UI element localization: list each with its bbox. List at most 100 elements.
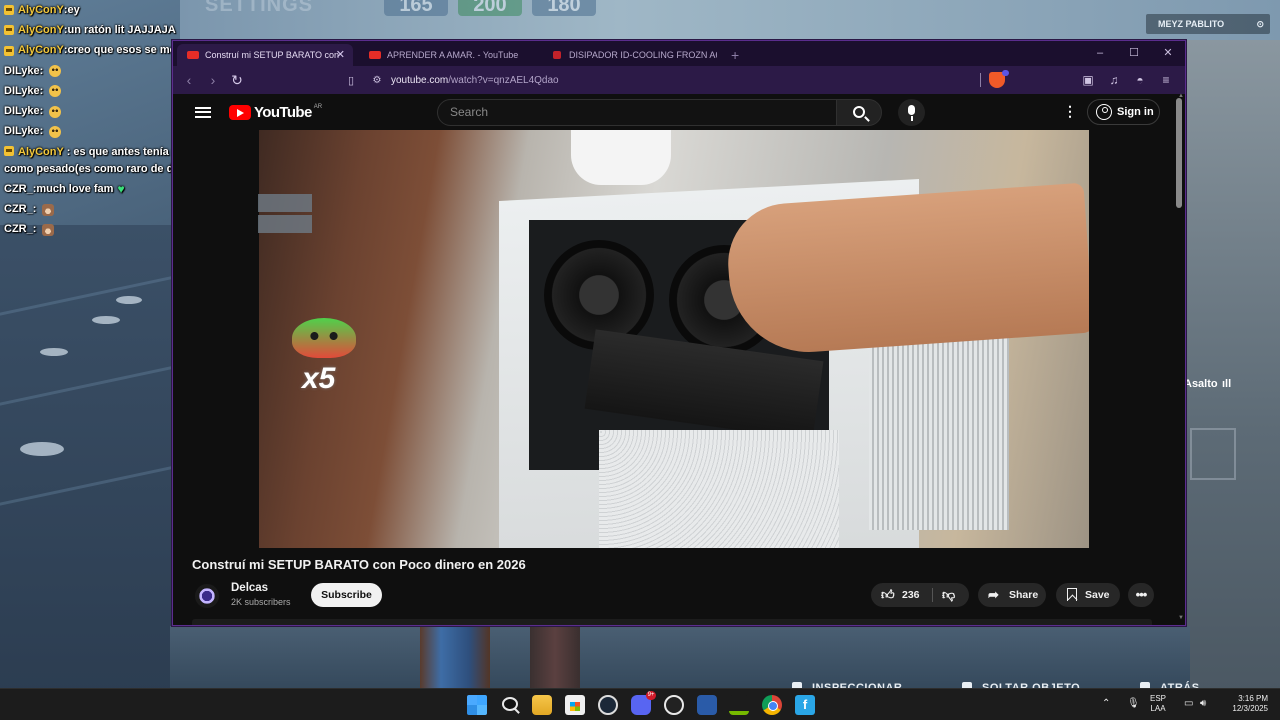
- subscriber-badge-icon: [4, 146, 14, 157]
- more-options-icon[interactable]: ⋮: [1063, 103, 1077, 120]
- divider: [932, 588, 933, 602]
- input-language[interactable]: ESP LAA: [1150, 694, 1166, 714]
- search-input[interactable]: Search: [437, 99, 837, 126]
- subscriber-count: 2K subscribers: [231, 597, 291, 607]
- game-character: [420, 626, 490, 688]
- nvidia-icon[interactable]: [729, 695, 749, 715]
- scroll-down-icon[interactable]: ▼: [1178, 615, 1184, 621]
- file-explorer-icon[interactable]: [532, 695, 552, 715]
- chat-username[interactable]: CZR_: [4, 181, 33, 198]
- microsoft-store-icon[interactable]: [565, 695, 585, 715]
- brave-shields-icon[interactable]: [989, 70, 1009, 88]
- new-tab-button[interactable]: +: [723, 44, 747, 66]
- app-f-icon[interactable]: f: [795, 695, 815, 715]
- voice-search-button[interactable]: [898, 99, 925, 126]
- face-emote-icon: [49, 65, 62, 78]
- game-mode-label: Asalto: [1184, 378, 1218, 390]
- channel-avatar[interactable]: [195, 584, 219, 608]
- account-icon: [1096, 104, 1112, 120]
- taskbar: 9+ f ⌃ 🎙︎ ESP LAA ▭ 🔊︎ 3:16 PM 12/3/2025: [0, 688, 1280, 720]
- game-character-2: [530, 626, 580, 688]
- clock[interactable]: 3:16 PM 12/3/2025: [1222, 694, 1268, 714]
- face-emote-icon: [49, 125, 62, 138]
- like-icon[interactable]: 👍︎: [881, 583, 895, 607]
- game-sky: [180, 0, 1280, 42]
- hamburger-menu-icon[interactable]: [195, 106, 211, 118]
- case-mesh: [599, 430, 839, 548]
- minimize-button[interactable]: –: [1083, 41, 1117, 66]
- sign-in-button[interactable]: Sign in: [1087, 99, 1160, 125]
- tab-disipador[interactable]: DISIPADOR ID-COOLING FROZN A6...: [541, 44, 717, 66]
- chat-username[interactable]: AlyConY: [18, 2, 64, 19]
- chat-username[interactable]: AlyConY: [18, 22, 64, 39]
- more-actions-button[interactable]: •••: [1128, 583, 1154, 607]
- tray-overflow-icon[interactable]: ⌃: [1102, 698, 1110, 709]
- like-count[interactable]: 236: [902, 583, 920, 607]
- chat-username[interactable]: DILyke: [4, 83, 40, 100]
- address-bar-row: ‹ › ↻ ▯ ⚙ youtube.com/watch?v=qnzAEL4Qda…: [173, 66, 1185, 94]
- floor-light: [20, 442, 64, 456]
- back-button[interactable]: ‹: [177, 72, 201, 88]
- close-tab-icon[interactable]: ✕: [336, 44, 345, 66]
- windows-start-icon[interactable]: [467, 695, 487, 715]
- search-icon[interactable]: [502, 697, 518, 711]
- chrome-icon[interactable]: [762, 695, 782, 715]
- notification-badge: 9+: [646, 691, 656, 700]
- reader-mode-icon[interactable]: ▣: [1075, 73, 1101, 87]
- steelseries-icon[interactable]: [664, 695, 684, 715]
- chat-separator: :: [32, 223, 37, 236]
- reload-button[interactable]: ↻: [225, 72, 249, 89]
- emote-overlay-icon: [292, 318, 356, 358]
- share-button[interactable]: ➦ Share: [978, 583, 1046, 607]
- discord-icon[interactable]: 9+: [631, 691, 656, 715]
- microphone-icon[interactable]: 🎙︎: [1127, 698, 1140, 709]
- tab-video[interactable]: Construí mi SETUP BARATO con ✕: [177, 44, 353, 66]
- face-emote-icon: [49, 105, 62, 118]
- subscribe-button[interactable]: Subscribe: [311, 583, 382, 607]
- menu-icon[interactable]: ≡: [1153, 73, 1179, 87]
- maximize-button[interactable]: ☐: [1117, 41, 1151, 66]
- youtube-favicon-icon: [187, 51, 199, 59]
- store-favicon-icon: [553, 51, 561, 59]
- site-info-icon[interactable]: ⚙: [369, 75, 385, 86]
- save-button[interactable]: Save: [1056, 583, 1120, 607]
- description-box[interactable]: [192, 619, 1152, 625]
- search-button[interactable]: [836, 99, 882, 126]
- chat-text: un ratón lit JAJJAJA: [67, 23, 176, 36]
- game-stat-3: 180: [532, 0, 596, 16]
- game-ui-box: [1190, 428, 1236, 480]
- brave-browser-icon[interactable]: [697, 695, 717, 715]
- game-stat-2: 200: [458, 0, 522, 16]
- chat-username[interactable]: AlyConY: [18, 146, 64, 158]
- floor-light: [92, 316, 120, 324]
- subscriber-badge-icon: [4, 25, 14, 36]
- dislike-icon[interactable]: 👎︎: [942, 583, 955, 607]
- scrollbar[interactable]: [1176, 98, 1182, 208]
- chat-separator: :: [39, 125, 44, 138]
- media-icon[interactable]: ♫: [1101, 73, 1127, 87]
- floor-light: [116, 296, 142, 304]
- dog-emote-icon: [42, 223, 55, 236]
- video-player[interactable]: [259, 130, 1089, 548]
- youtube-logo[interactable]: YouTube AR: [229, 104, 322, 121]
- player-name: MEYZ PABLITO: [1158, 19, 1225, 29]
- chat-username[interactable]: CZR_: [4, 221, 33, 238]
- heart-emote-icon: ♥: [117, 181, 125, 196]
- subscriber-badge-icon: [4, 5, 14, 16]
- private-profile-icon[interactable]: ◓: [1127, 73, 1153, 87]
- chat-username[interactable]: CZR_: [4, 201, 33, 218]
- game-ground: [170, 626, 1190, 688]
- url-field[interactable]: youtube.com/watch?v=qnzAEL4Qdao: [391, 75, 559, 86]
- volume-icon[interactable]: 🔊︎: [1200, 698, 1206, 709]
- steam-icon[interactable]: [598, 695, 618, 715]
- forward-button[interactable]: ›: [201, 72, 225, 88]
- chat-username[interactable]: AlyConY: [18, 42, 64, 59]
- chat-username[interactable]: DILyke: [4, 63, 40, 80]
- bookmark-icon[interactable]: ▯: [341, 74, 361, 87]
- chat-username[interactable]: DILyke: [4, 123, 40, 140]
- chat-username[interactable]: DILyke: [4, 103, 40, 120]
- channel-name[interactable]: Delcas: [231, 582, 268, 594]
- network-icon[interactable]: ▭: [1184, 698, 1193, 709]
- tab-aprender[interactable]: APRENDER A AMAR. - YouTube: [359, 44, 535, 66]
- close-window-button[interactable]: ✕: [1151, 41, 1185, 66]
